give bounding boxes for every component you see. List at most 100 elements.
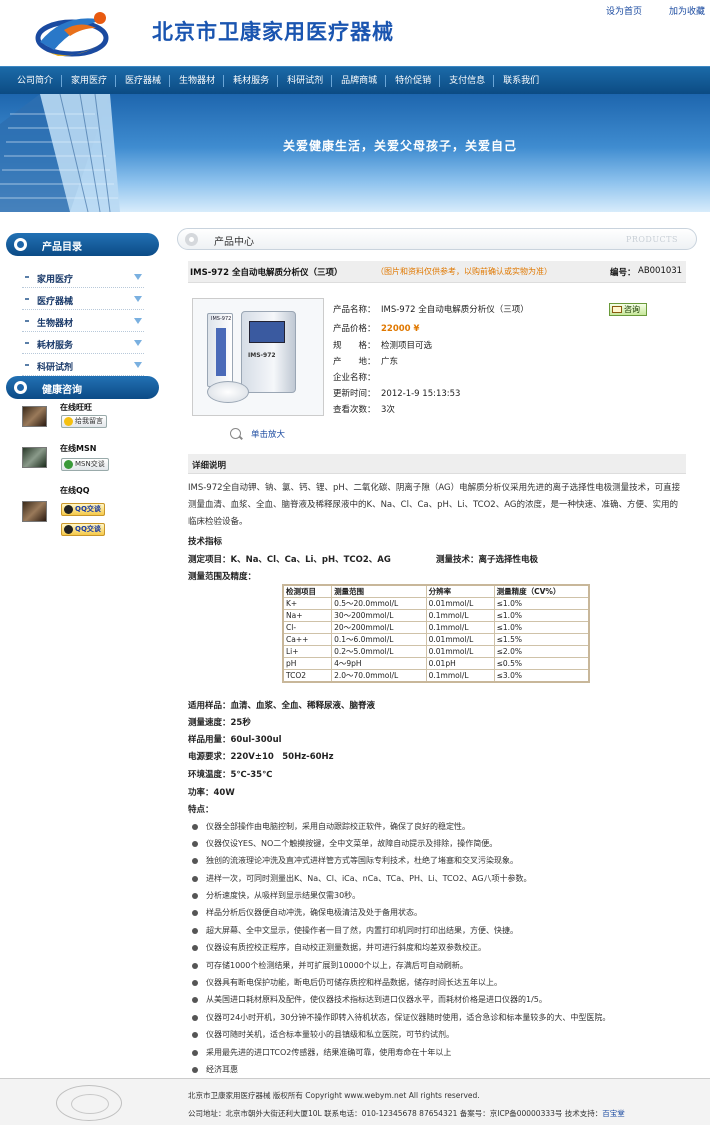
nav-item-about[interactable]: 公司简介 xyxy=(8,67,63,95)
chevron-down-icon[interactable] xyxy=(134,318,142,324)
company-address: 公司地址：北京市朝外大街还利大厦10L 联系电话：010-12345678 87… xyxy=(188,1109,625,1118)
list-item: 经济耳惠 xyxy=(192,1064,238,1075)
sidebar-item-consumables[interactable]: 耗材服务 xyxy=(22,333,144,354)
range-title: 测量范围及精度： xyxy=(188,572,257,582)
panel-title: 产品中心 xyxy=(214,237,254,248)
skyscraper-illustration-icon xyxy=(0,94,120,212)
param-volume: 样品用量：60ul-300ul xyxy=(188,735,282,745)
nav-item-brand-mall[interactable]: 品牌商城 xyxy=(332,67,387,95)
table-header-row: 检测项目 测量范围 分辨率 测量精度（CV%） xyxy=(282,584,590,598)
chevron-down-icon[interactable] xyxy=(134,362,142,368)
sidebar-item-medical-devices[interactable]: 医疗器械 xyxy=(22,289,144,310)
company-logo-icon[interactable] xyxy=(34,6,114,64)
chevron-down-icon[interactable] xyxy=(134,340,142,346)
wangwang-thumbnail-icon xyxy=(22,406,47,427)
chevron-down-icon[interactable] xyxy=(134,296,142,302)
product-code: AB001031 xyxy=(638,266,683,276)
nav-item-consumables[interactable]: 耗材服务 xyxy=(224,67,279,95)
msn-icon xyxy=(64,460,73,469)
dash-icon xyxy=(25,276,29,278)
consult-button[interactable]: 咨询 xyxy=(609,303,647,316)
dash-icon xyxy=(25,342,29,344)
detail-title: 详细说明 xyxy=(192,461,227,471)
msn-thumbnail-icon xyxy=(22,447,47,468)
list-item: 超大屏幕、全中文显示，使操作者一目了然，内置打印机同时打印出结果，方便、快捷。 xyxy=(192,925,518,936)
tech-title: 技术指标 xyxy=(188,537,223,547)
table-row: Cl- 20～200mmol/L 0.1mmol/L ≤1.0% xyxy=(282,621,590,634)
copyright: 北京市卫康家用医疗器械 版权所有 Copyright www.webym.net… xyxy=(188,1091,480,1100)
list-item: 仪器具有断电保护功能，断电后仍可储存质控和样品数据，储存时间长达五年以上。 xyxy=(192,977,502,988)
sidebar-item-label: 生物器材 xyxy=(37,319,74,329)
table-row: pH 4～9pH 0.01pH ≤0.5% xyxy=(282,657,590,670)
bullet-icon xyxy=(14,381,27,394)
spec-updated: 更新时间： 2012-1-9 15:13:53 xyxy=(333,389,461,399)
hero-banner: 关爱健康生活，关爱父母孩子，关爱自己 xyxy=(0,94,710,212)
nav-item-contact[interactable]: 联系我们 xyxy=(494,67,548,95)
add-favorite-link[interactable]: 加为收藏 xyxy=(669,4,705,17)
list-item: 采用最先进的进口TCO2传感器，结果准确可靠，使用寿命在十年以上 xyxy=(192,1047,451,1058)
spec-origin: 产 地： 广东 xyxy=(333,357,399,367)
bullet-icon xyxy=(192,909,198,916)
list-item: 仪器设有质控校正程序，自动校正测量数据，并可进行斜度和均差双参数校正。 xyxy=(192,942,486,953)
msn-chat-button[interactable]: MSN交谈 xyxy=(61,458,109,471)
nav-item-reagents[interactable]: 科研试剂 xyxy=(278,67,333,95)
bullet-icon xyxy=(192,857,198,864)
chevron-down-icon[interactable] xyxy=(134,274,142,280)
enlarge-link[interactable]: 单击放大 xyxy=(251,428,285,440)
qq-chat-button[interactable]: QQ交谈 xyxy=(61,503,105,516)
dash-icon xyxy=(25,320,29,322)
tech-support-link[interactable]: 百宝堂 xyxy=(602,1109,625,1118)
nav-item-home-medical[interactable]: 家用医疗 xyxy=(62,67,117,95)
bullet-icon xyxy=(192,1014,198,1021)
measurement-table: 检测项目 测量范围 分辨率 测量精度（CV%） K+ 0.5～20.0mmol/L… xyxy=(282,584,590,683)
leave-message-button[interactable]: 给我留言 xyxy=(61,415,107,428)
sidebar-item-bio-equipment[interactable]: 生物器材 xyxy=(22,311,144,332)
list-item: 仪器可随时关机，适合标本量较小的县镇级和私立医院，可节约试剂。 xyxy=(192,1029,454,1040)
table-row: Ca++ 0.1～6.0mmol/L 0.01mmol/L ≤1.5% xyxy=(282,633,590,646)
dash-icon xyxy=(25,298,29,300)
product-image[interactable]: IMS-972 IMS-972 xyxy=(192,298,324,416)
site-header: 北京市卫康家用医疗器械 设为首页 加为收藏 xyxy=(0,0,710,66)
sidebar-item-reagents[interactable]: 科研试剂 xyxy=(22,355,144,376)
nav-item-promotions[interactable]: 特价促销 xyxy=(386,67,441,95)
bullet-icon xyxy=(192,840,198,847)
param-power: 功率：40W xyxy=(188,788,235,798)
magnifier-icon[interactable] xyxy=(230,428,241,439)
dash-icon xyxy=(25,364,29,366)
bullet-icon xyxy=(192,875,198,882)
spec-specification: 规 格： 检测项目可选 xyxy=(333,341,433,351)
nav-item-bio-equipment[interactable]: 生物器材 xyxy=(170,67,225,95)
banner-slogan: 关爱健康生活，关爱父母孩子，关爱自己 xyxy=(283,139,518,153)
list-item: 分析速度快，从吸样到显示结果仅需30秒。 xyxy=(192,890,360,901)
detail-header: 详细说明 xyxy=(188,454,686,474)
bullet-icon xyxy=(192,979,198,986)
list-item: 进样一次，可同时测量出K、Na、Cl、iCa、nCa、TCa、PH、Li、TCO… xyxy=(192,873,532,884)
list-item: 从美国进口耗材原料及配件，使仪器技术指标达到进口仪器水平，而耗材价格是进口仪器的… xyxy=(192,994,547,1005)
list-item: 样品分析后仪器便自动冲洗，确保电极清洁及处于备用状态。 xyxy=(192,907,422,918)
product-description: IMS-972全自动钾、钠、氯、钙、锂、pH、二氧化碳、阴离子隙（AG）电解质分… xyxy=(188,483,681,527)
qq-chat-button-2[interactable]: QQ交谈 xyxy=(61,523,105,536)
main-content: 产品中心 PRODUCTS IMS-972 全自动电解质分析仪（三项） （图片和… xyxy=(175,212,710,1112)
bullet-icon xyxy=(192,927,198,934)
set-homepage-link[interactable]: 设为首页 xyxy=(606,4,642,17)
nav-item-payment[interactable]: 支付信息 xyxy=(440,67,495,95)
qq-thumbnail-icon xyxy=(22,501,47,522)
bullet-icon xyxy=(192,1049,198,1056)
bullet-icon xyxy=(192,1031,198,1038)
spec-price: 产品价格： 22000 ¥ xyxy=(333,324,420,334)
bullet-icon xyxy=(192,962,198,969)
table-row: K+ 0.5～20.0mmol/L 0.01mmol/L ≤1.0% xyxy=(282,597,590,610)
analyzer-reagent-unit: IMS-972 xyxy=(207,313,233,387)
site-title: 北京市卫康家用医疗器械 xyxy=(152,20,394,44)
bullet-icon xyxy=(185,233,198,246)
table-row: Li+ 0.2～5.0mmol/L 0.01mmol/L ≤2.0% xyxy=(282,645,590,658)
sidebar-item-label: 医疗器械 xyxy=(37,297,74,307)
product-title-bar: IMS-972 全自动电解质分析仪（三项） （图片和资料仅供参考，以购前确认或实… xyxy=(188,261,686,283)
param-temperature: 环境温度：5℃-35℃ xyxy=(188,770,273,780)
analyzer-body: IMS-972 xyxy=(241,311,296,393)
measure-tech: 测量技术：离子选择性电极 xyxy=(436,555,539,565)
nav-item-medical-devices[interactable]: 医疗器械 xyxy=(116,67,171,95)
sidebar: 产品目录 家用医疗 医疗器械 生物器材 耗材服务 科研试剂 健康咨询 在线旺旺 … xyxy=(0,212,175,1112)
health-consult-header: 健康咨询 xyxy=(6,376,159,399)
sidebar-item-home-medical[interactable]: 家用医疗 xyxy=(22,267,144,288)
